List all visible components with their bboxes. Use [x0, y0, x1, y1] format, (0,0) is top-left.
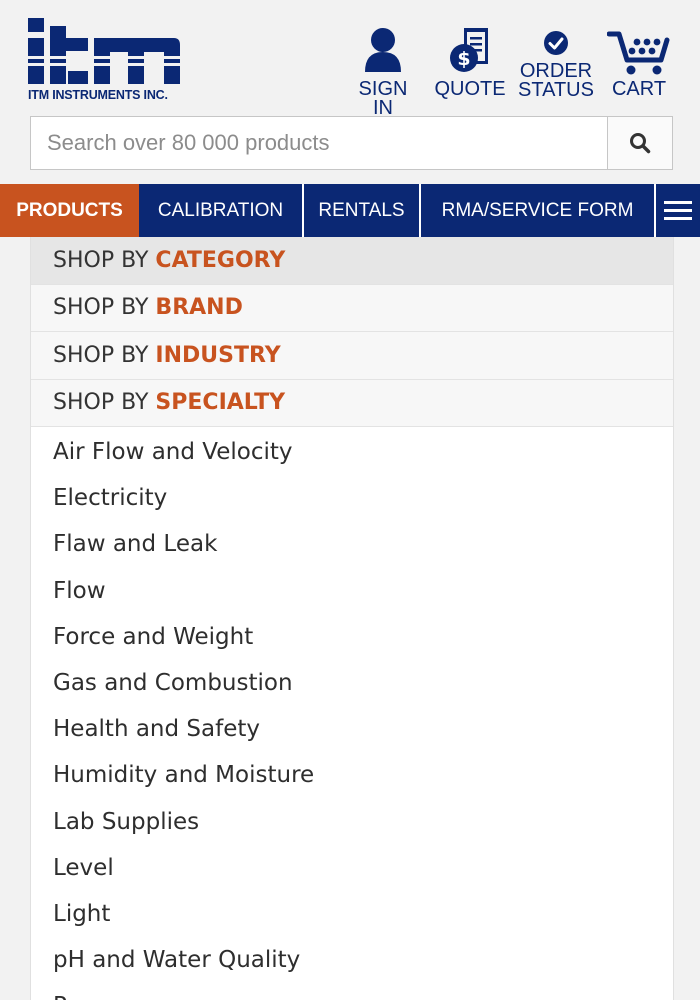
quote-document-icon: $	[450, 28, 488, 72]
search-button[interactable]	[607, 117, 672, 169]
category-item[interactable]: pH and Water Quality	[31, 937, 673, 983]
category-item[interactable]: Gas and Combustion	[31, 660, 673, 706]
shop-by-prefix: SHOP BY	[53, 295, 149, 321]
shop-by-prefix: SHOP BY	[53, 342, 149, 368]
menu-line	[664, 209, 692, 212]
category-item[interactable]: Light	[31, 891, 673, 937]
menu-line	[664, 217, 692, 220]
category-item[interactable]: Flow	[31, 568, 673, 614]
logo-company-name: ITM INSTRUMENTS INC.	[28, 88, 168, 102]
nav-calibration[interactable]: CALIBRATION	[139, 184, 304, 237]
itm-logo[interactable]: ITM INSTRUMENTS INC.	[28, 18, 180, 102]
shop-by-industry[interactable]: SHOP BY INDUSTRY	[31, 332, 673, 380]
hamburger-menu-icon[interactable]	[656, 184, 700, 237]
sign-in-label: SIGN IN	[358, 78, 408, 119]
category-item[interactable]: Air Flow and Velocity	[31, 429, 673, 475]
nav-products[interactable]: PRODUCTS	[0, 184, 139, 237]
category-item[interactable]: Force and Weight	[31, 614, 673, 660]
order-status-link[interactable]: ORDER STATUS	[518, 30, 594, 100]
shop-by-brand[interactable]: SHOP BY BRAND	[31, 284, 673, 332]
svg-text:$: $	[457, 48, 470, 70]
main-nav: PRODUCTS CALIBRATION RENTALS RMA/SERVICE…	[0, 184, 700, 237]
category-item[interactable]: Flaw and Leak	[31, 521, 673, 567]
sign-in-link[interactable]: SIGN IN	[346, 26, 420, 118]
nav-rentals[interactable]: RENTALS	[304, 184, 421, 237]
category-item[interactable]: Lab Supplies	[31, 799, 673, 845]
search-icon	[630, 133, 651, 154]
itm-logo-mark	[28, 18, 180, 84]
category-list: Air Flow and Velocity Electricity Flaw a…	[31, 427, 673, 1000]
shop-by-prefix: SHOP BY	[53, 390, 149, 416]
category-item[interactable]: Pressure	[31, 983, 673, 1000]
search-input[interactable]	[31, 117, 608, 169]
shop-by-accent: INDUSTRY	[155, 342, 281, 368]
cart-label: CART	[611, 78, 667, 100]
shop-by-category[interactable]: SHOP BY CATEGORY	[31, 237, 673, 285]
order-status-label-line2: STATUS	[518, 79, 594, 101]
shop-by-accent: SPECIALTY	[155, 390, 286, 416]
category-item[interactable]: Humidity and Moisture	[31, 752, 673, 798]
shop-by-accent: BRAND	[155, 295, 243, 321]
quote-link[interactable]: $ QUOTE	[434, 26, 506, 99]
category-item[interactable]: Health and Safety	[31, 706, 673, 752]
nav-rma-service-form[interactable]: RMA/SERVICE FORM	[421, 184, 656, 237]
site-header: ITM INSTRUMENTS INC. SIGN IN $ QUOTE ORD…	[0, 0, 700, 118]
category-item[interactable]: Level	[31, 845, 673, 891]
shop-by-accent: CATEGORY	[155, 247, 286, 273]
shop-by-prefix: SHOP BY	[53, 247, 149, 273]
shop-by-specialty[interactable]: SHOP BY SPECIALTY	[31, 379, 673, 427]
category-item[interactable]: Electricity	[31, 475, 673, 521]
search-bar	[30, 116, 673, 170]
user-icon	[365, 28, 401, 72]
checkmark-circle-icon	[544, 31, 568, 55]
menu-line	[664, 201, 692, 204]
products-dropdown: SHOP BY CATEGORY SHOP BY BRAND SHOP BY I…	[30, 237, 674, 1000]
cart-link[interactable]: CART	[606, 30, 672, 99]
cart-icon	[607, 31, 670, 75]
quote-label: QUOTE	[434, 78, 506, 100]
